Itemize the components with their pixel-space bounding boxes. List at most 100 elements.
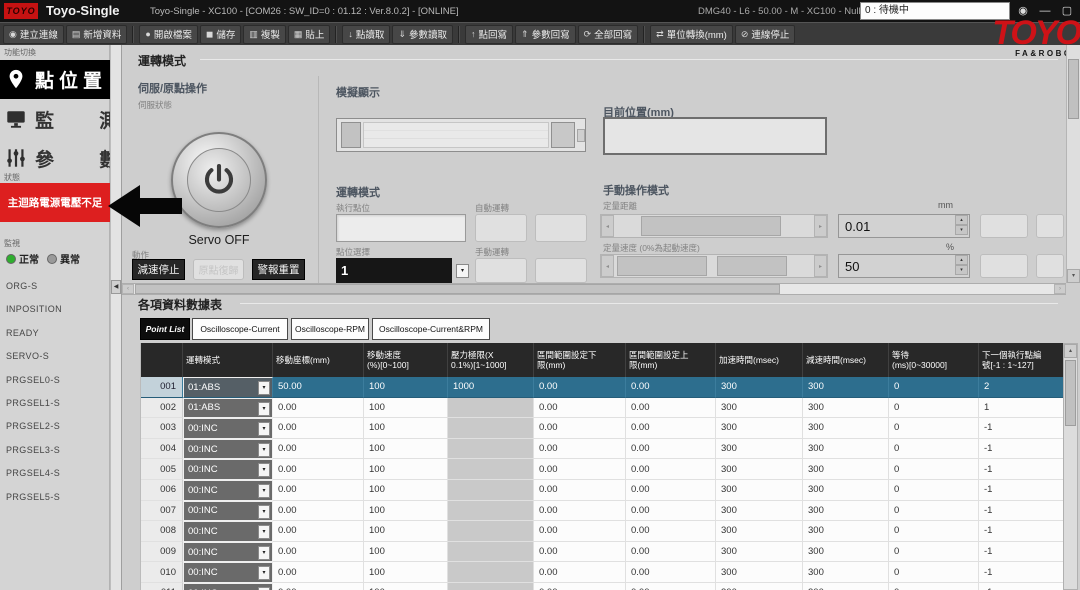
- table-cell[interactable]: 0: [889, 459, 979, 480]
- slider-left-arrow-icon[interactable]: ◂: [601, 255, 614, 277]
- table-cell[interactable]: -1: [979, 521, 1063, 542]
- distance-spinner[interactable]: 0.01: [838, 214, 970, 238]
- table-cell[interactable]: 0.00: [273, 562, 364, 583]
- point-select-dropdown[interactable]: 1: [336, 258, 452, 283]
- spin-down-icon[interactable]: ▾: [955, 265, 968, 275]
- mode-dropdown-icon[interactable]: ▾: [258, 505, 270, 519]
- table-cell[interactable]: 300: [803, 521, 889, 542]
- table-cell[interactable]: 0.00: [626, 459, 716, 480]
- alarm-reset-button[interactable]: 警報重置: [252, 259, 305, 280]
- table-cell[interactable]: 300: [803, 418, 889, 439]
- table-vertical-scrollbar[interactable]: ▴: [1063, 343, 1078, 590]
- decel-stop-button[interactable]: 減速停止: [132, 259, 185, 280]
- mode-dropdown-icon[interactable]: ▾: [258, 443, 270, 457]
- distance-slider-thumb[interactable]: [641, 216, 781, 236]
- speed-slider-thumb2[interactable]: [717, 256, 787, 276]
- controller-status-box[interactable]: 0 : 待機中: [860, 2, 1010, 20]
- mode-cell[interactable]: 00:INC▾: [183, 459, 273, 480]
- table-cell[interactable]: 0: [889, 439, 979, 460]
- table-cell[interactable]: 0.00: [273, 459, 364, 480]
- toolbar-button-copy[interactable]: ▥複製: [243, 25, 286, 44]
- pressure-cell-disabled[interactable]: [448, 542, 534, 563]
- table-cell[interactable]: -1: [979, 480, 1063, 501]
- table-cell[interactable]: 300: [716, 542, 803, 563]
- toolbar-button-param-read[interactable]: ⇓參數讀取: [392, 25, 453, 44]
- panel-vertical-scrollbar[interactable]: ▾: [1066, 45, 1080, 283]
- table-cell[interactable]: 0.00: [273, 542, 364, 563]
- slider-right-arrow-icon[interactable]: ▸: [814, 215, 827, 237]
- table-cell[interactable]: 0.00: [626, 521, 716, 542]
- spin-up-icon[interactable]: ▴: [955, 255, 968, 265]
- toolbar-button-open-file[interactable]: ●開啟檔案: [139, 25, 197, 44]
- table-cell[interactable]: 300: [803, 562, 889, 583]
- pressure-cell-disabled[interactable]: [448, 562, 534, 583]
- table-cell[interactable]: -1: [979, 542, 1063, 563]
- mode-cell[interactable]: 00:INC▾: [183, 439, 273, 460]
- table-cell[interactable]: 0.00: [626, 542, 716, 563]
- mode-cell[interactable]: 01:ABS▾: [183, 377, 273, 398]
- pressure-cell-disabled[interactable]: [448, 439, 534, 460]
- mode-cell[interactable]: 00:INC▾: [183, 542, 273, 563]
- hscroll-thumb[interactable]: [135, 284, 780, 294]
- table-cell[interactable]: 0.00: [273, 480, 364, 501]
- table-cell[interactable]: -1: [979, 501, 1063, 522]
- pressure-cell-disabled[interactable]: [448, 480, 534, 501]
- exec-point-input[interactable]: [336, 214, 466, 242]
- table-cell[interactable]: 100: [364, 480, 448, 501]
- sidebar-item-monitor[interactable]: 監 測: [0, 100, 110, 139]
- tab-oscilloscope-current[interactable]: Oscilloscope-Current: [192, 318, 288, 340]
- table-cell[interactable]: 300: [716, 480, 803, 501]
- table-cell[interactable]: 0.00: [626, 583, 716, 590]
- tab-oscilloscope-current-rpm[interactable]: Oscilloscope-Current&RPM: [372, 318, 490, 340]
- table-cell[interactable]: 0.00: [534, 562, 626, 583]
- pressure-cell-disabled[interactable]: [448, 583, 534, 590]
- table-cell[interactable]: 0: [889, 501, 979, 522]
- toolbar-button-write-all[interactable]: ⟳全部回寫: [578, 25, 639, 44]
- table-cell[interactable]: 2: [979, 377, 1063, 398]
- sidebar-collapse-icon[interactable]: ◀: [111, 280, 121, 294]
- table-cell[interactable]: 300: [716, 418, 803, 439]
- table-cell[interactable]: 0: [889, 398, 979, 419]
- table-cell[interactable]: 0.00: [273, 439, 364, 460]
- table-cell[interactable]: 0.00: [534, 418, 626, 439]
- scroll-right-icon[interactable]: ›: [1054, 284, 1066, 294]
- table-cell[interactable]: 1000: [448, 377, 534, 398]
- table-cell[interactable]: 0.00: [626, 439, 716, 460]
- table-cell[interactable]: 0: [889, 480, 979, 501]
- mode-dropdown-icon[interactable]: ▾: [258, 422, 270, 436]
- slider-right-arrow-icon[interactable]: ▸: [814, 255, 827, 277]
- pressure-cell-disabled[interactable]: [448, 459, 534, 480]
- table-cell[interactable]: 300: [803, 501, 889, 522]
- slider-left-arrow-icon[interactable]: ◂: [601, 215, 614, 237]
- table-cell[interactable]: 100: [364, 418, 448, 439]
- table-cell[interactable]: 0.00: [273, 398, 364, 419]
- table-cell[interactable]: 100: [364, 542, 448, 563]
- speed-spinner[interactable]: 50: [838, 254, 970, 278]
- table-cell[interactable]: 0: [889, 377, 979, 398]
- mode-dropdown-icon[interactable]: ▾: [258, 402, 270, 416]
- toolbar-button-paste[interactable]: ▦貼上: [288, 25, 331, 44]
- toolbar-button-unit-convert[interactable]: ⇄單位轉換(mm): [650, 25, 733, 44]
- maximize-icon[interactable]: ▢: [1058, 3, 1076, 19]
- scroll-left-icon[interactable]: ‹: [122, 284, 134, 294]
- table-cell[interactable]: 0.00: [534, 439, 626, 460]
- mode-dropdown-icon[interactable]: ▾: [258, 546, 270, 560]
- table-cell[interactable]: 0.00: [534, 480, 626, 501]
- table-cell[interactable]: 300: [716, 459, 803, 480]
- table-cell[interactable]: 0: [889, 521, 979, 542]
- table-cell[interactable]: 100: [364, 439, 448, 460]
- table-cell[interactable]: 100: [364, 501, 448, 522]
- mode-dropdown-icon[interactable]: ▾: [258, 484, 270, 498]
- table-cell[interactable]: 100: [364, 562, 448, 583]
- table-cell[interactable]: 0.00: [534, 398, 626, 419]
- table-cell[interactable]: 0.00: [626, 398, 716, 419]
- toolbar-button-point-read[interactable]: ↓點讀取: [342, 25, 390, 44]
- sidebar-item-point-position[interactable]: 點位置: [0, 60, 110, 99]
- tab-oscilloscope-rpm[interactable]: Oscilloscope-RPM: [291, 318, 369, 340]
- table-cell[interactable]: 0.00: [626, 480, 716, 501]
- toolbar-button-param-write[interactable]: ⇑參數回寫: [515, 25, 576, 44]
- table-cell[interactable]: 100: [364, 583, 448, 590]
- table-cell[interactable]: 0: [889, 562, 979, 583]
- table-cell[interactable]: 0.00: [534, 459, 626, 480]
- pressure-cell-disabled[interactable]: [448, 398, 534, 419]
